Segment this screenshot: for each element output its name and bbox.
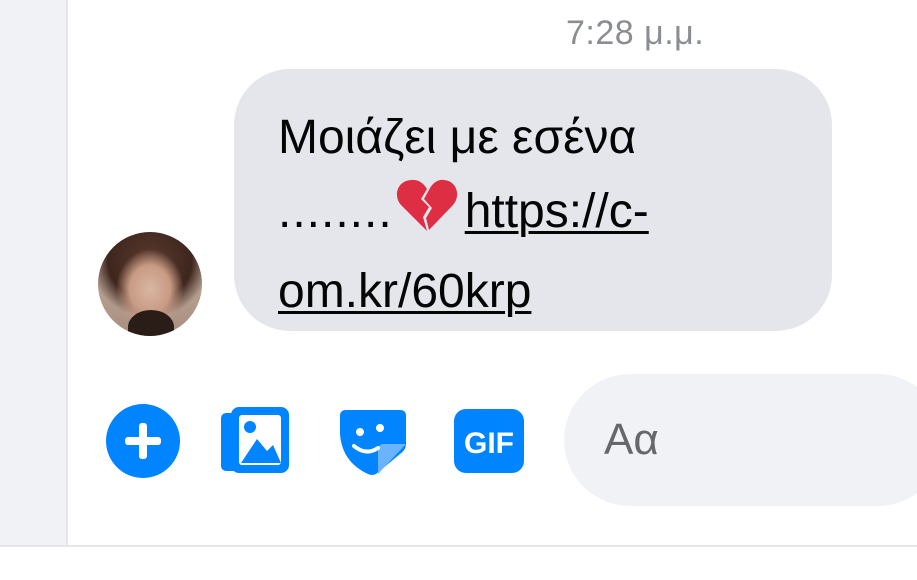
- message-timestamp: 7:28 μ.μ.: [566, 14, 705, 52]
- broken-heart-icon: [395, 177, 459, 255]
- plus-circle-icon[interactable]: [104, 402, 182, 480]
- message-link-part2: om.kr/60krp: [278, 265, 532, 318]
- message-link-part1: https://c-: [464, 185, 649, 238]
- sender-avatar[interactable]: [98, 232, 202, 336]
- message-input[interactable]: [564, 374, 917, 506]
- message-bubble[interactable]: Μοιάζει με εσένα ........ https://c-om.k…: [234, 69, 832, 331]
- gif-label: GIF: [464, 427, 514, 460]
- sticker-icon[interactable]: [334, 402, 412, 480]
- gif-icon[interactable]: GIF: [450, 402, 528, 480]
- bottom-divider: [0, 545, 917, 547]
- photo-gallery-icon[interactable]: [216, 402, 294, 480]
- left-sidebar-edge: [0, 0, 68, 545]
- message-dots: ........: [278, 185, 393, 238]
- message-text: Μοιάζει με εσένα: [278, 111, 637, 164]
